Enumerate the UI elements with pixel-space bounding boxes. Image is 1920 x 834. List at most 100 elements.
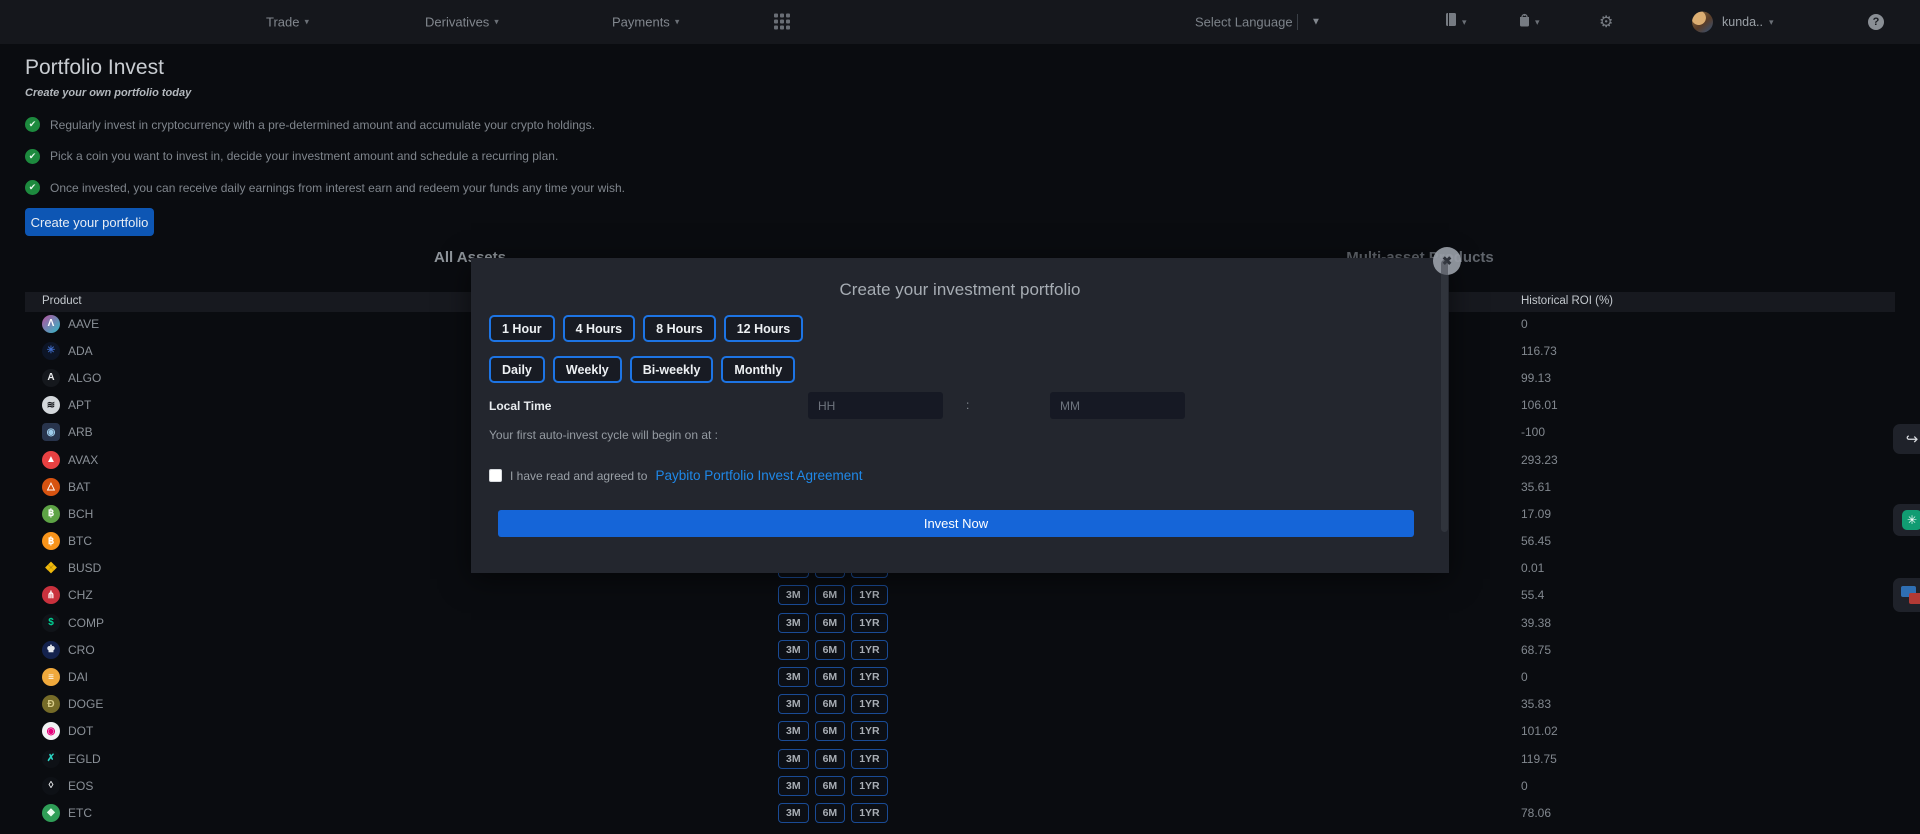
- coin-icon-avax: ▲: [42, 451, 60, 469]
- frequency-option-monthly[interactable]: Monthly: [721, 356, 795, 383]
- chat-widget-button[interactable]: [1893, 578, 1920, 612]
- frequency-option-daily[interactable]: Daily: [489, 356, 545, 383]
- feature-bullet: ✔Once invested, you can receive daily ea…: [25, 172, 625, 204]
- frequency-option-weekly[interactable]: Weekly: [553, 356, 622, 383]
- term-button-1yr[interactable]: 1YR: [851, 667, 887, 687]
- term-button-6m[interactable]: 6M: [815, 721, 846, 741]
- term-buttons: 3M 6M1YR: [778, 640, 888, 660]
- roi-value: 55.4: [1521, 588, 1544, 602]
- term-button-6m[interactable]: 6M: [815, 585, 846, 605]
- roi-value: 0: [1521, 670, 1528, 684]
- avatar[interactable]: [1692, 12, 1713, 33]
- coin-icon-ada: ✳: [42, 342, 60, 360]
- username: kunda..: [1722, 15, 1763, 29]
- coin-name: COMP: [68, 616, 104, 630]
- portfolio-invest-page: Trade▾ Derivatives▾ Payments▾ Select Langu…: [0, 0, 1920, 834]
- term-button-3m[interactable]: 3M: [778, 749, 809, 769]
- term-button-1yr[interactable]: 1YR: [851, 694, 887, 714]
- roi-value: 0.01: [1521, 561, 1544, 575]
- term-buttons: 3M 6M1YR: [778, 776, 888, 796]
- chevron-down-icon: ▾: [1462, 17, 1467, 28]
- coin-name: BCH: [68, 507, 93, 521]
- roi-value: 17.09: [1521, 507, 1551, 521]
- interval-option-8-hours[interactable]: 8 Hours: [643, 315, 716, 342]
- bag-icon: [1518, 12, 1531, 32]
- term-button-3m[interactable]: 3M: [778, 585, 809, 605]
- agreement-link[interactable]: Paybito Portfolio Invest Agreement: [655, 468, 862, 483]
- table-row: $COMP3M6M1YR39.38: [25, 609, 1895, 636]
- roi-value: 0: [1521, 317, 1528, 331]
- term-button-1yr[interactable]: 1YR: [851, 721, 887, 741]
- agreement-checkbox[interactable]: [489, 469, 502, 482]
- apps-grid-icon[interactable]: [774, 14, 791, 31]
- column-header-roi: Historical ROI (%): [1521, 295, 1613, 307]
- help-icon[interactable]: ?: [1868, 14, 1884, 30]
- term-button-3m[interactable]: 3M: [778, 803, 809, 823]
- interval-option-4-hours[interactable]: 4 Hours: [563, 315, 636, 342]
- term-button-6m[interactable]: 6M: [815, 667, 846, 687]
- roi-value: 35.61: [1521, 480, 1551, 494]
- assistant-widget-button[interactable]: ✳: [1893, 504, 1920, 536]
- invest-now-button[interactable]: Invest Now: [498, 510, 1414, 537]
- table-row: ◊EOS3M6M1YR0: [25, 772, 1895, 799]
- modal-scrollbar[interactable]: [1441, 260, 1448, 532]
- minute-input[interactable]: [1050, 392, 1185, 419]
- term-button-1yr[interactable]: 1YR: [851, 803, 887, 823]
- hour-input[interactable]: [808, 392, 943, 419]
- term-button-6m[interactable]: 6M: [815, 803, 846, 823]
- term-buttons: 3M 6M1YR: [778, 694, 888, 714]
- wallet-menu[interactable]: ▾: [1445, 12, 1467, 32]
- roi-value: 78.06: [1521, 806, 1551, 820]
- coin-name: EOS: [68, 779, 93, 793]
- share-widget-button[interactable]: ↪: [1893, 424, 1920, 454]
- roi-value: 99.13: [1521, 371, 1551, 385]
- term-button-3m[interactable]: 3M: [778, 776, 809, 796]
- term-button-1yr[interactable]: 1YR: [851, 640, 887, 660]
- roi-value: 0: [1521, 779, 1528, 793]
- user-menu[interactable]: kunda.. ▾: [1722, 15, 1774, 29]
- coin-icon-busd: ❖: [42, 559, 60, 577]
- term-buttons: 3M 6M1YR: [778, 721, 888, 741]
- coin-name: CRO: [68, 643, 95, 657]
- term-button-6m[interactable]: 6M: [815, 694, 846, 714]
- term-button-1yr[interactable]: 1YR: [851, 749, 887, 769]
- nav-item-payments[interactable]: Payments▾: [612, 15, 679, 30]
- interval-option-1-hour[interactable]: 1 Hour: [489, 315, 555, 342]
- coin-name: AVAX: [68, 453, 98, 467]
- term-button-3m[interactable]: 3M: [778, 613, 809, 633]
- interval-option-12-hours[interactable]: 12 Hours: [724, 315, 804, 342]
- nav-item-derivatives[interactable]: Derivatives▾: [425, 15, 499, 30]
- term-button-6m[interactable]: 6M: [815, 613, 846, 633]
- term-buttons: 3M 6M1YR: [778, 585, 888, 605]
- term-button-3m[interactable]: 3M: [778, 667, 809, 687]
- term-buttons: 3M 6M1YR: [778, 749, 888, 769]
- coin-icon-doge: Ð: [42, 695, 60, 713]
- language-caret-icon[interactable]: ▼: [1311, 17, 1321, 28]
- term-button-1yr[interactable]: 1YR: [851, 585, 887, 605]
- wallet-icon: [1445, 12, 1458, 32]
- term-button-3m[interactable]: 3M: [778, 721, 809, 741]
- top-nav: Trade▾ Derivatives▾ Payments▾ Select Langu…: [0, 0, 1920, 44]
- frequency-option-bi-weekly[interactable]: Bi-weekly: [630, 356, 714, 383]
- roi-value: -100: [1521, 425, 1545, 439]
- term-button-3m[interactable]: 3M: [778, 694, 809, 714]
- roi-value: 293.23: [1521, 453, 1558, 467]
- language-selector[interactable]: Select Language: [1195, 15, 1293, 30]
- coin-icon-etc: ◆: [42, 804, 60, 822]
- orders-menu[interactable]: ▾: [1518, 12, 1540, 32]
- term-button-6m[interactable]: 6M: [815, 640, 846, 660]
- term-button-6m[interactable]: 6M: [815, 749, 846, 769]
- chevron-down-icon: ▾: [304, 17, 309, 28]
- interval-options: 1 Hour 4 Hours 8 Hours 12 Hours: [489, 315, 803, 342]
- term-button-1yr[interactable]: 1YR: [851, 776, 887, 796]
- term-button-1yr[interactable]: 1YR: [851, 613, 887, 633]
- nav-item-trade[interactable]: Trade▾: [266, 15, 309, 30]
- roi-value: 35.83: [1521, 697, 1551, 711]
- term-button-3m[interactable]: 3M: [778, 640, 809, 660]
- chevron-down-icon: ▾: [675, 17, 680, 28]
- coin-icon-btc: ฿: [42, 532, 60, 550]
- table-row: ⋔CHZ3M6M1YR55.4: [25, 582, 1895, 609]
- term-button-6m[interactable]: 6M: [815, 776, 846, 796]
- gear-icon[interactable]: ⚙: [1599, 12, 1613, 32]
- create-portfolio-button[interactable]: Create your portfolio: [25, 208, 154, 236]
